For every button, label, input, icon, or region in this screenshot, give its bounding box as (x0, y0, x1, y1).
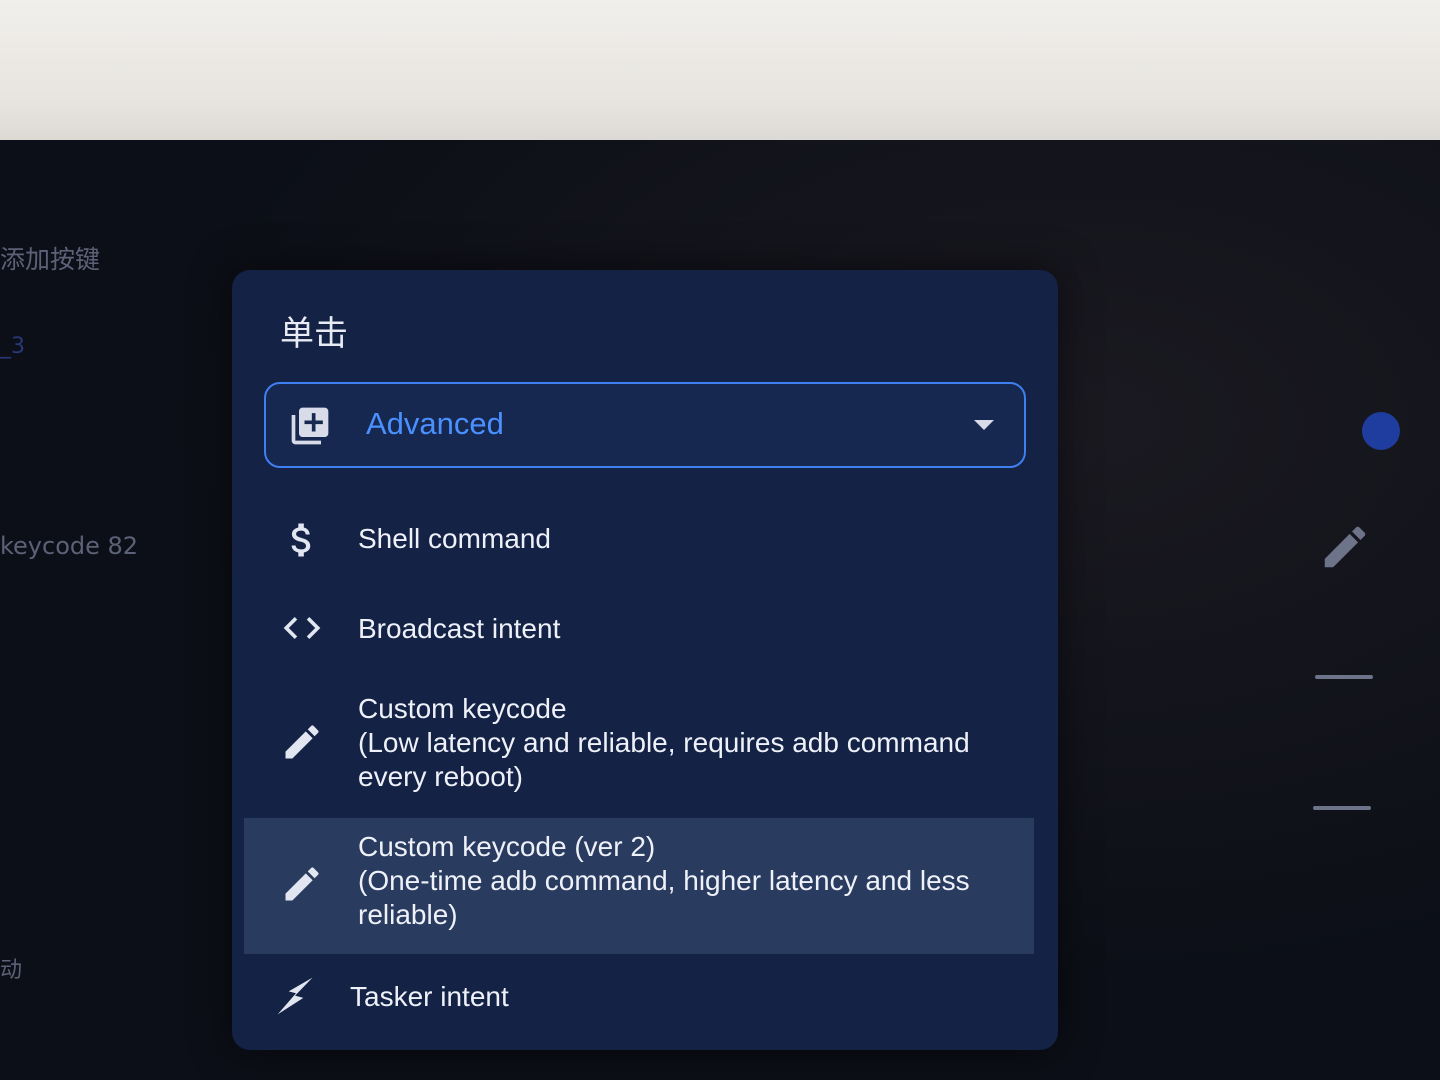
action-category-dropdown[interactable]: Advanced (264, 382, 1026, 468)
code-brackets-icon (283, 617, 321, 639)
action-type-dialog: 单击 Advanced Shell command Broadcast inte… (232, 270, 1058, 1050)
option-custom-keycode-v2[interactable]: Custom keycode (ver 2) (One-time adb com… (244, 818, 1034, 954)
option-label: Custom keycode (ver 2) (One-time adb com… (358, 831, 970, 930)
option-tasker-intent[interactable]: Tasker intent (244, 960, 1034, 1040)
background-toggle[interactable] (1362, 412, 1400, 450)
background-wall (0, 0, 1440, 150)
background-page-title: 添加按键 (0, 245, 101, 274)
option-label: Tasker intent (350, 981, 509, 1012)
option-shell-command[interactable]: Shell command (244, 502, 1034, 582)
dollar-icon (291, 523, 311, 557)
background-remove-icon[interactable] (1313, 806, 1371, 810)
chevron-down-icon (974, 420, 994, 430)
library-add-icon (291, 407, 329, 445)
option-label: Broadcast intent (358, 613, 561, 644)
pencil-icon (285, 725, 319, 759)
background-glyph: 动 (0, 958, 23, 983)
pencil-icon (285, 867, 319, 901)
option-broadcast-intent[interactable]: Broadcast intent (244, 592, 1034, 672)
option-label: Shell command (358, 523, 551, 554)
background-remove-icon[interactable] (1315, 675, 1373, 679)
option-custom-keycode[interactable]: Custom keycode (Low latency and reliable… (244, 684, 1034, 802)
dropdown-selected-label: Advanced (366, 406, 504, 441)
dialog-title: 单击 (280, 314, 348, 354)
background-item-number: _3 (0, 334, 25, 359)
option-label: Custom keycode (Low latency and reliable… (358, 693, 970, 792)
tasker-bolt-icon (277, 977, 313, 1015)
background-edit-icon[interactable] (1318, 520, 1372, 574)
background-keycode-label: keycode 82 (0, 532, 139, 560)
